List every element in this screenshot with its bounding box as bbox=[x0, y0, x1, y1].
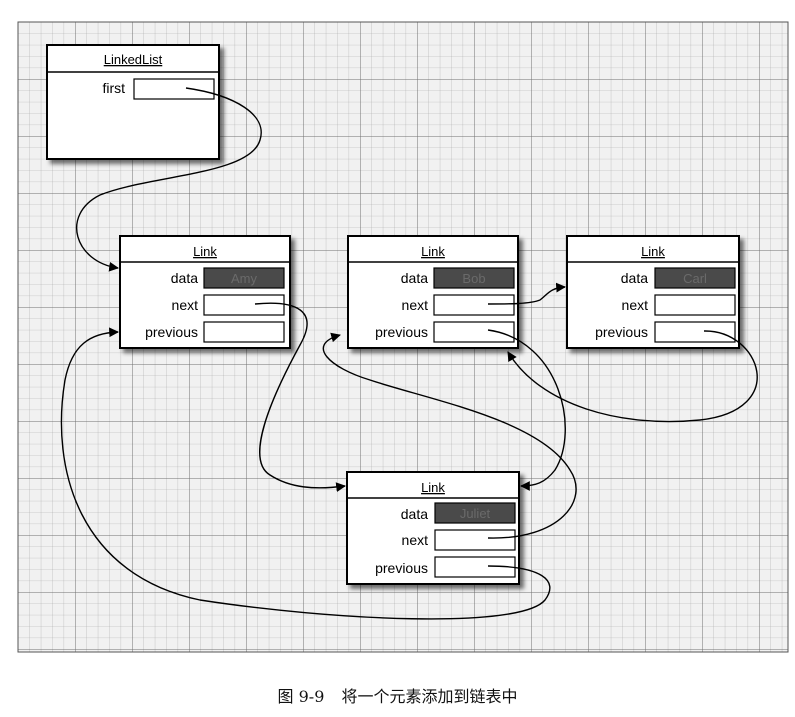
data-label: data bbox=[401, 506, 428, 522]
data-value: Carl bbox=[683, 271, 707, 286]
first-field bbox=[133, 78, 215, 100]
node-title: Link bbox=[641, 244, 665, 259]
next-field bbox=[434, 529, 516, 551]
data-label: data bbox=[621, 270, 648, 286]
previous-field bbox=[654, 321, 736, 343]
data-value: Juliet bbox=[460, 506, 491, 521]
first-label: first bbox=[102, 80, 125, 96]
next-field bbox=[433, 294, 515, 316]
previous-label: previous bbox=[145, 324, 198, 340]
linked-list-diagram: LinkedList first Link data next previous… bbox=[17, 21, 789, 653]
figure-caption-text: 将一个元素添加到链表中 bbox=[341, 687, 518, 706]
previous-label: previous bbox=[375, 560, 428, 576]
data-label: data bbox=[171, 270, 198, 286]
node-title: Link bbox=[421, 244, 445, 259]
next-label: next bbox=[402, 297, 429, 313]
linkedlist-title: LinkedList bbox=[104, 52, 163, 67]
previous-label: previous bbox=[375, 324, 428, 340]
previous-field bbox=[433, 321, 515, 343]
link-node-juliet: Link data next previous Juliet bbox=[346, 471, 520, 585]
previous-field bbox=[203, 321, 285, 343]
data-label: data bbox=[401, 270, 428, 286]
figure-number: 图 9-9 bbox=[277, 687, 325, 706]
node-title: Link bbox=[421, 480, 445, 495]
link-node-amy: Link data next previous Amy bbox=[119, 235, 291, 349]
linkedlist-box: LinkedList first bbox=[46, 44, 220, 160]
next-label: next bbox=[402, 532, 429, 548]
next-field bbox=[203, 294, 285, 316]
next-field bbox=[654, 294, 736, 316]
data-value: Amy bbox=[231, 271, 258, 286]
previous-label: previous bbox=[595, 324, 648, 340]
figure-caption: 图 9-9 将一个元素添加到链表中 bbox=[0, 683, 795, 707]
next-label: next bbox=[172, 297, 199, 313]
next-label: next bbox=[622, 297, 649, 313]
data-value: Bob bbox=[462, 271, 485, 286]
node-title: Link bbox=[193, 244, 217, 259]
